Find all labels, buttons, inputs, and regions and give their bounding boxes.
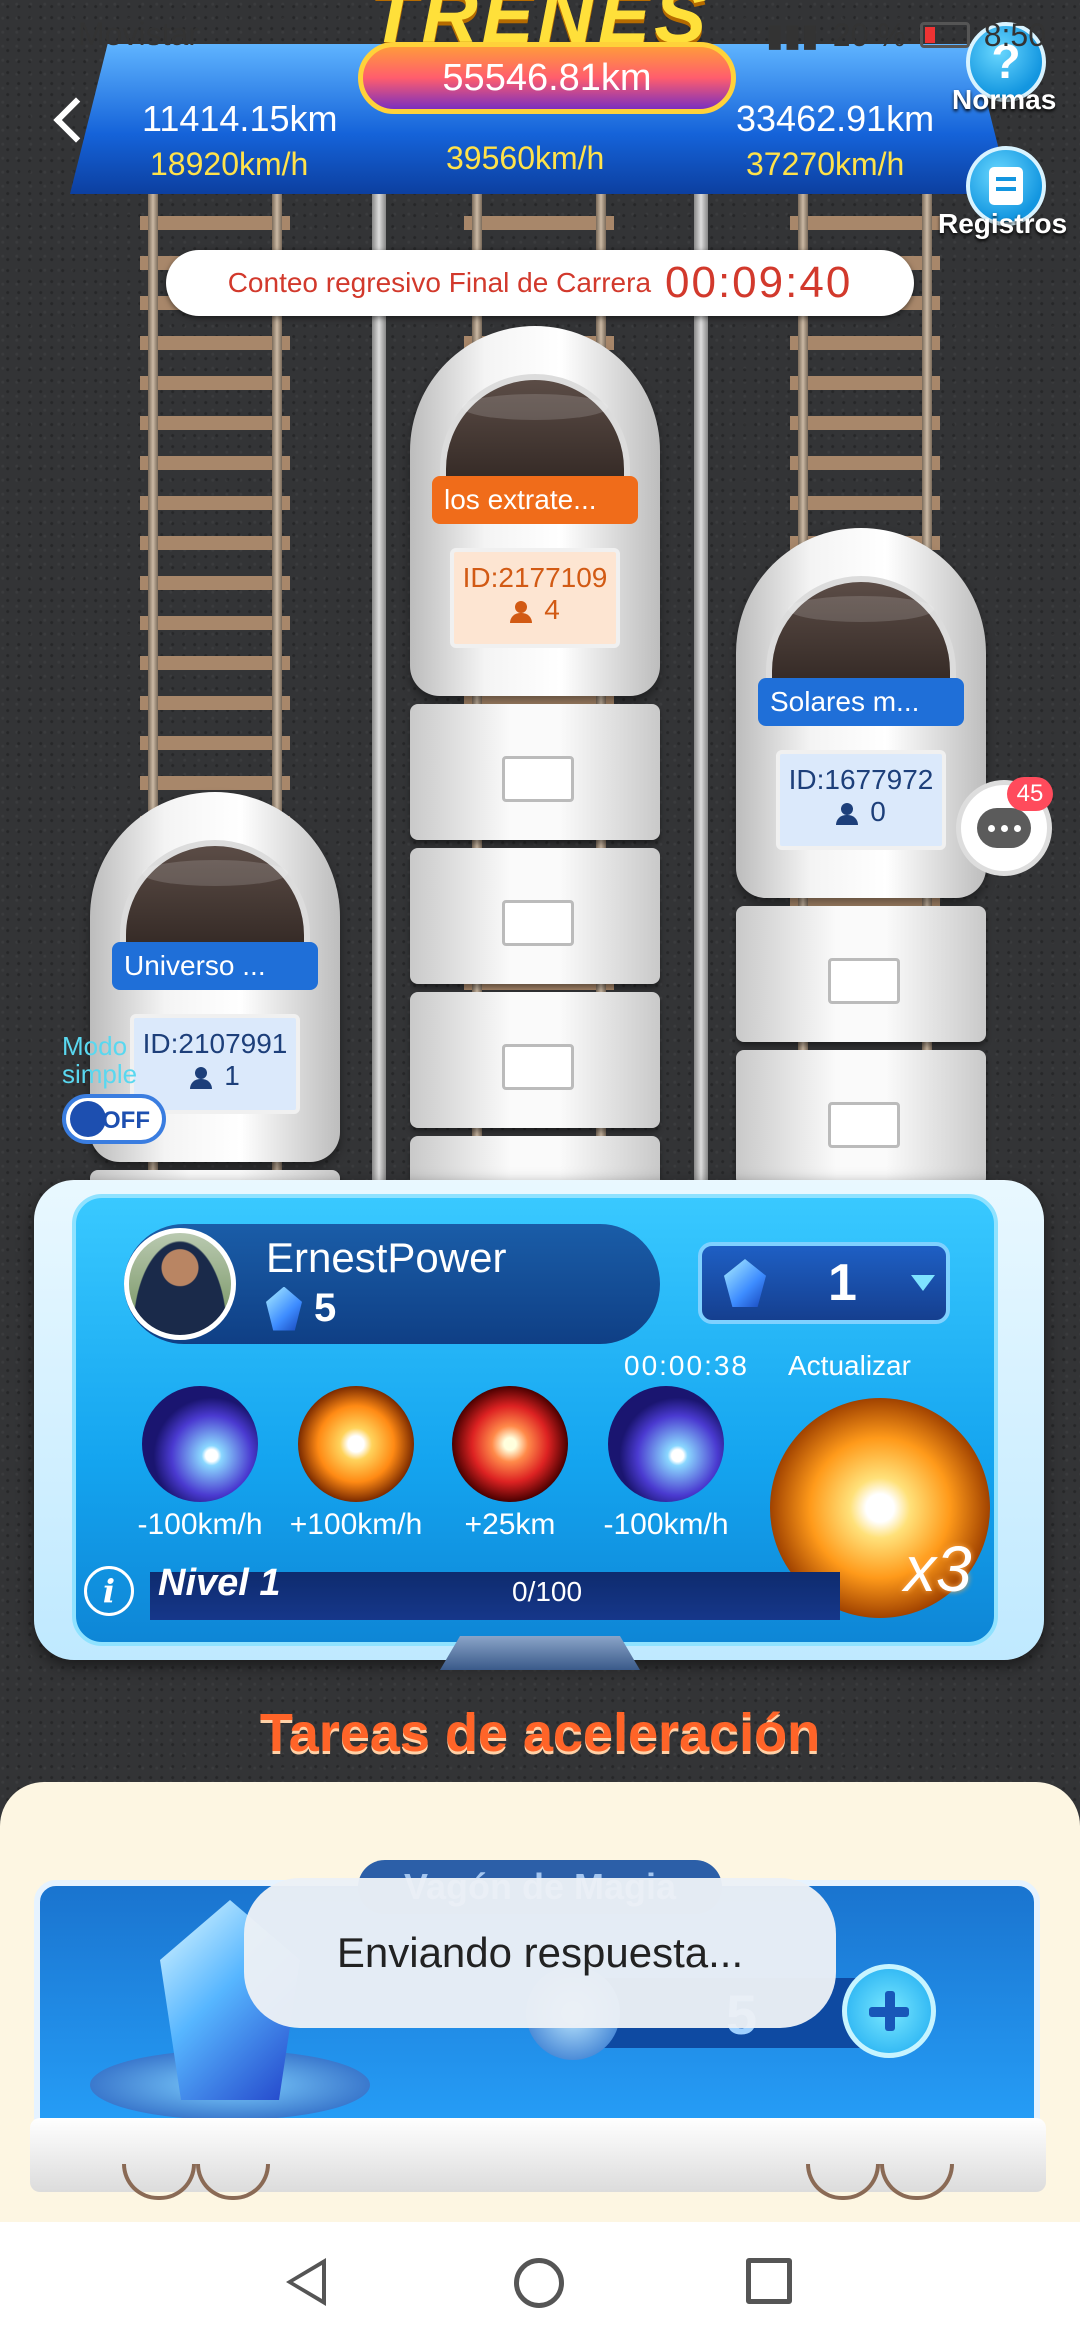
info-icon[interactable]: i [84,1566,134,1616]
panel-handle [440,1636,640,1670]
rules-label: Normas [952,84,1057,115]
countdown-label: Conteo regresivo Final de Carrera [227,267,652,298]
slow-comet-skill-icon[interactable] [608,1386,724,1502]
team-name-tag: Solares m... [758,678,964,726]
team-name-tag: los extrate... [432,476,638,524]
toast-message: Enviando respuesta... [244,1878,836,2028]
nav-home-icon[interactable] [514,2258,564,2308]
member-count: 4 [544,594,560,625]
chat-button[interactable]: 45 [956,777,1053,876]
skill-label: +25km [464,1508,556,1541]
gem-quantity-select[interactable]: 1 [698,1242,950,1324]
status-bar: Movistar ▮▮▮ 20 % 8:50 [0,0,1080,70]
username: ErnestPower [266,1234,507,1281]
train-car [410,992,660,1128]
signal-icon: ▮▮▮ [765,17,819,53]
team-id-box: ID:1677972 0 [776,750,946,850]
simple-mode-label: Modo simple [62,1031,138,1089]
tasks-title: Tareas de aceleración [259,1703,821,1763]
back-button[interactable] [50,92,90,152]
refresh-button[interactable]: Actualizar [788,1350,911,1382]
team-name-tag: Universo ... [112,942,318,990]
user-gems: 5 [266,1286,336,1331]
simple-mode: Modo simple OFF [62,1032,202,1144]
slow-comet-skill-icon[interactable] [142,1386,258,1502]
clock: 8:50 [983,16,1046,53]
skill-label: -100km/h [603,1508,729,1541]
train-car [410,848,660,984]
member-count: 1 [224,1060,240,1091]
team-id-box: ID:2177109 4 [450,548,620,648]
chat-icon [977,808,1031,848]
refresh-timer: 00:00:38 [624,1350,749,1381]
members-icon [836,802,859,825]
member-count: 0 [870,796,886,827]
chevron-down-icon [910,1275,935,1291]
add-button[interactable] [842,1964,936,2058]
list-icon [989,167,1023,205]
left-team-speed: 18920km/h [150,146,309,182]
team-id: ID:2177109 [462,562,608,593]
chat-unread-badge: 45 [1007,777,1053,811]
nav-back-icon[interactable] [286,2258,326,2306]
toggle-state: OFF [102,1107,150,1134]
simple-mode-toggle[interactable]: OFF [62,1094,166,1144]
right-team-distance: 33462.91km [736,98,935,139]
carrier-name: Movistar [78,16,199,52]
speed-burst-skill-icon[interactable] [298,1386,414,1502]
gem-count: 5 [314,1286,337,1330]
team-id: ID:1677972 [788,764,934,795]
right-team-speed: 37270km/h [746,146,905,182]
boost-multiplier: x3 [904,1533,972,1605]
train-team-3[interactable]: Solares m... ID:1677972 0 [736,528,986,1186]
gem-icon [266,1286,302,1331]
selected-quantity: 1 [828,1254,857,1312]
records-label: Registros [938,208,1068,239]
nav-recents-icon[interactable] [746,2258,792,2304]
race-countdown: Conteo regresivo Final de Carrera 00:09:… [166,250,914,316]
level-label: Nivel 1 [158,1562,281,1604]
system-nav-bar [0,2222,1080,2340]
train-car [410,704,660,840]
battery-percent: 20 % [832,16,906,53]
train-car [736,906,986,1042]
train-car [736,1050,986,1186]
countdown-time: 00:09:40 [665,258,853,307]
members-icon [510,600,533,623]
gem-icon [724,1259,766,1307]
battery-icon [919,22,970,48]
level-progress-text: 0/100 [512,1576,583,1607]
avatar[interactable] [124,1228,236,1340]
skill-label: -100km/h [137,1508,263,1541]
skill-label: +100km/h [289,1508,423,1541]
spring-boost-skill-icon[interactable] [452,1386,568,1502]
left-team-distance: 11414.15km [142,98,338,139]
train-team-2[interactable]: los extrate... ID:2177109 4 [410,326,660,1272]
center-team-speed: 39560km/h [446,140,605,176]
